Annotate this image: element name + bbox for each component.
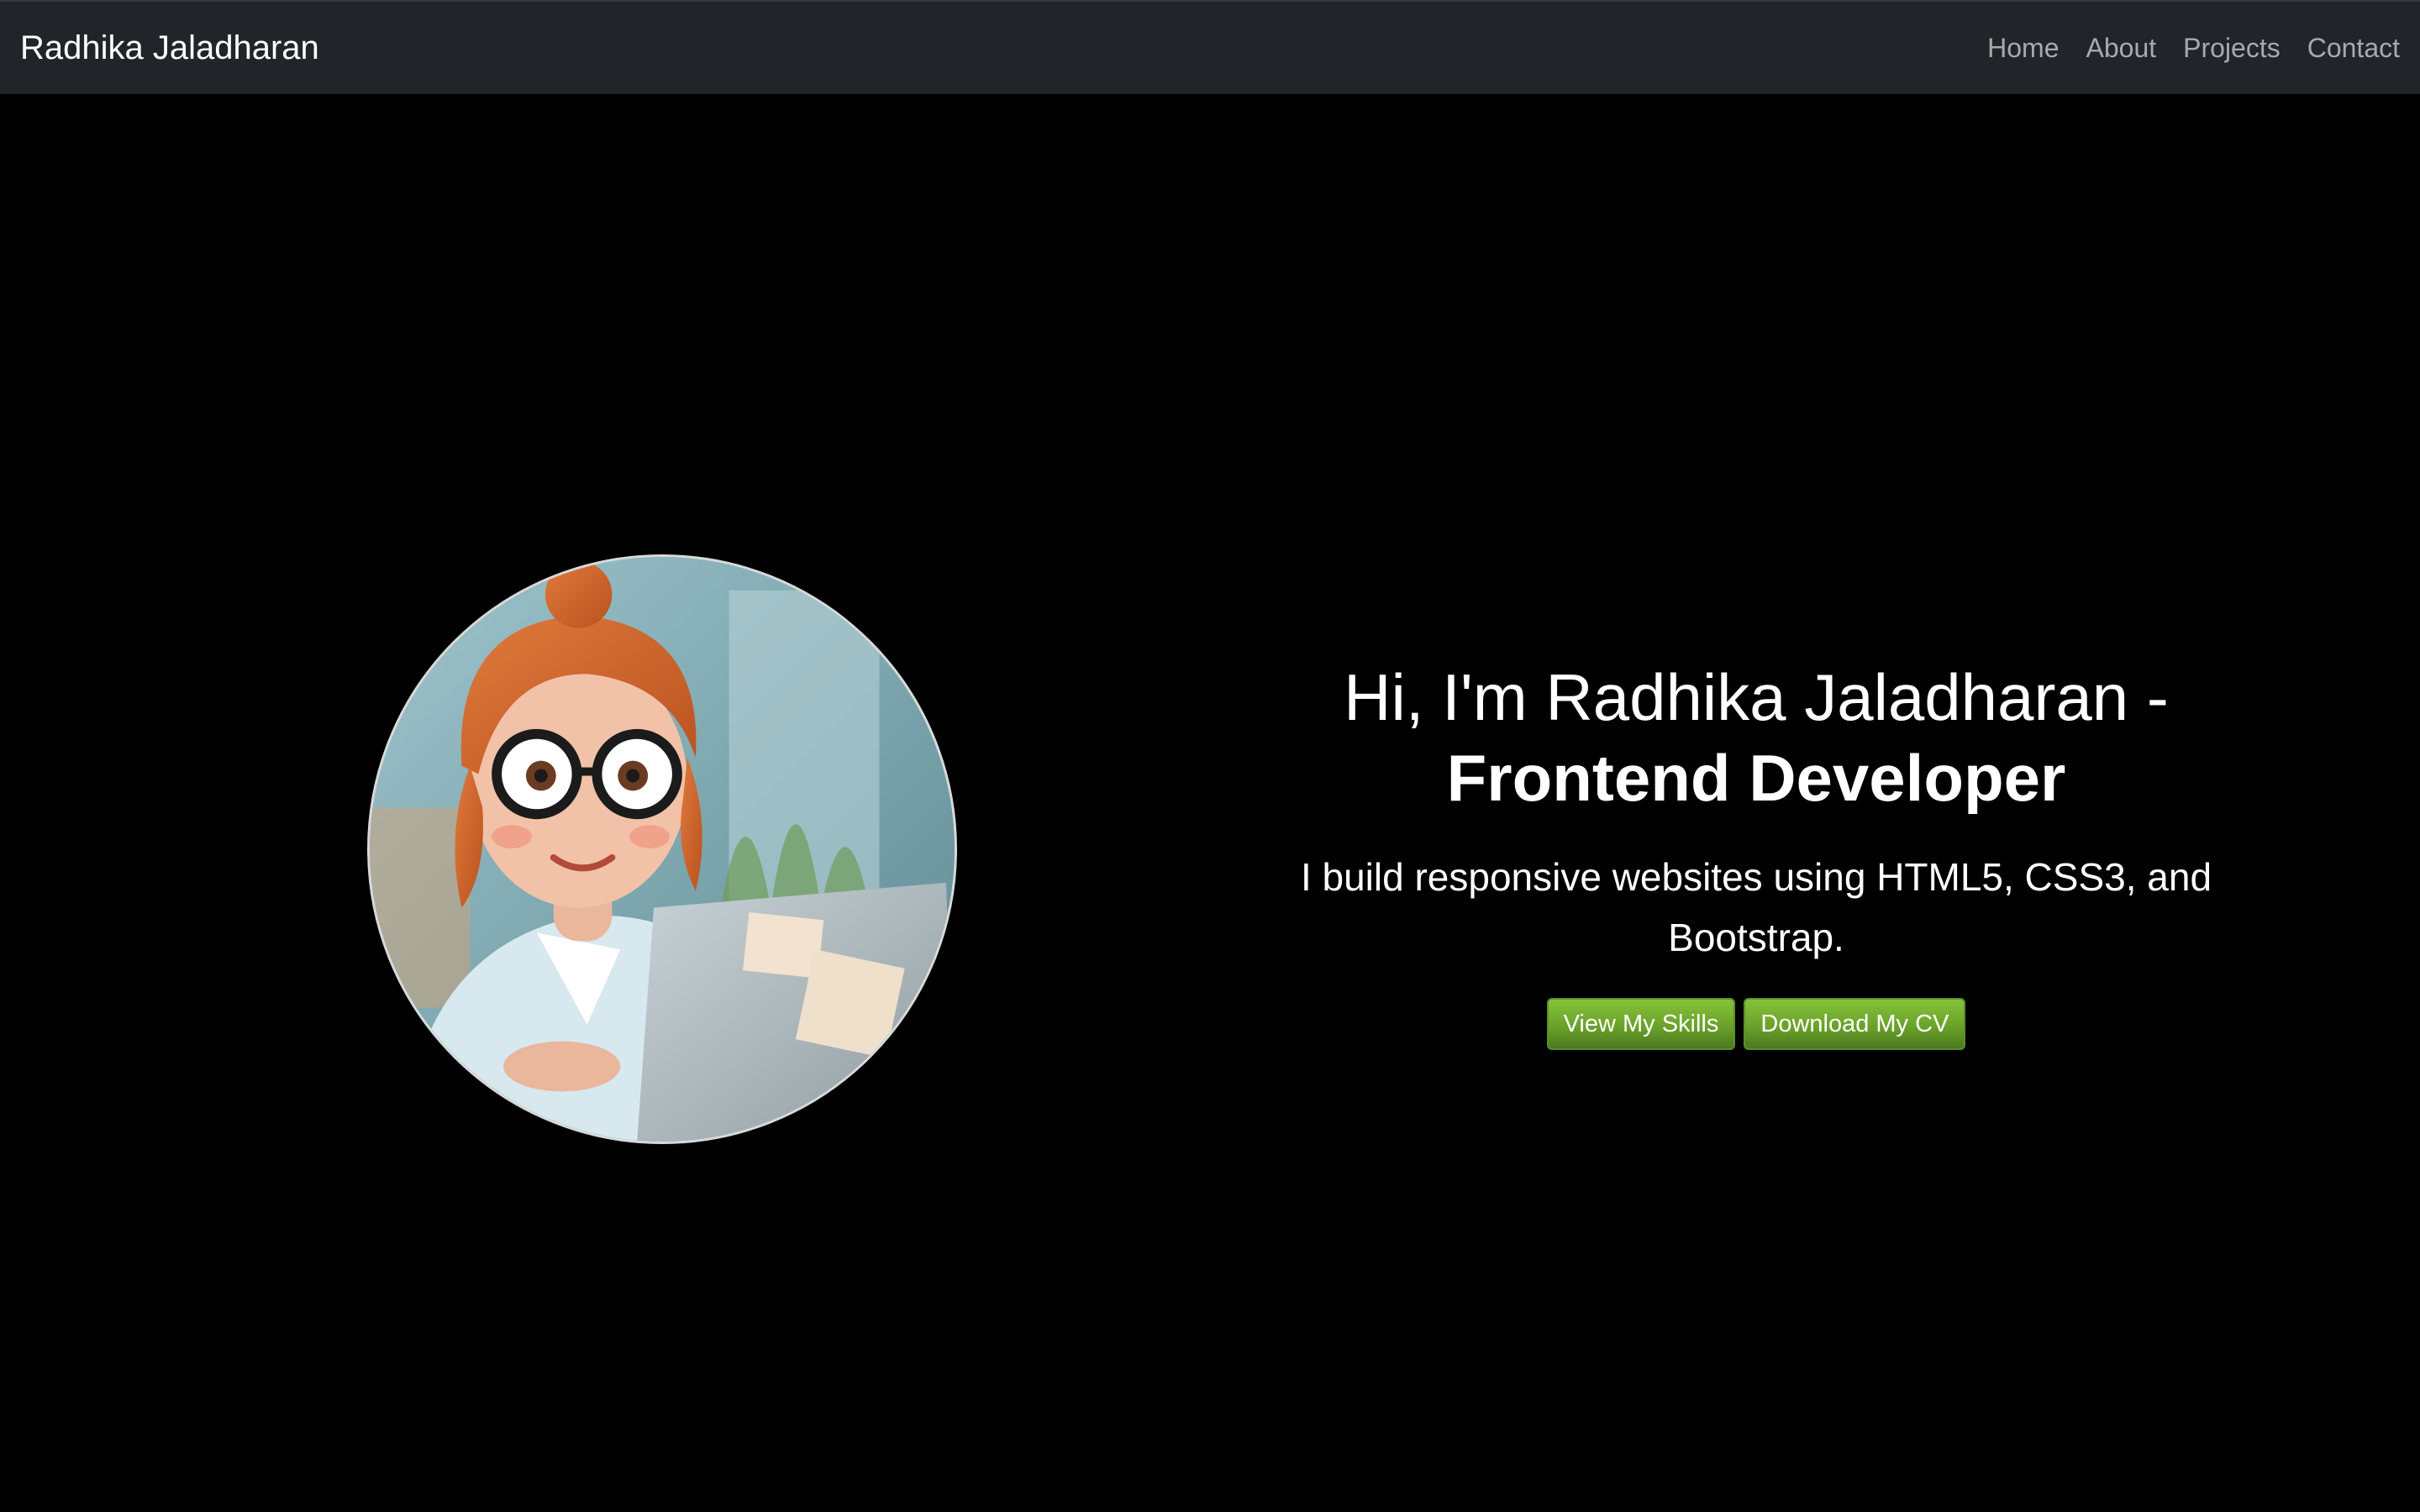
navbar: Radhika Jaladharan Home About Projects C… [0, 0, 2420, 94]
brand-link[interactable]: Radhika Jaladharan [20, 29, 319, 67]
hero-subtitle: I build responsive websites using HTML5,… [1300, 855, 2212, 959]
nav-links: Home About Projects Contact [1960, 33, 2400, 64]
view-skills-button[interactable]: View My Skills [1546, 998, 1736, 1050]
headline-role: Frontend Developer [1446, 741, 2066, 815]
hero-buttons: View My Skills Download My CV [1260, 998, 2252, 1050]
nav-link-projects[interactable]: Projects [2183, 33, 2281, 64]
hero-text: Hi, I'm Radhika Jaladharan - Frontend De… [1260, 657, 2252, 1050]
profile-illustration [370, 557, 955, 1142]
nav-link-contact[interactable]: Contact [2307, 33, 2400, 64]
hero-section: Hi, I'm Radhika Jaladharan - Frontend De… [0, 94, 2420, 1512]
nav-link-home[interactable]: Home [1987, 33, 2059, 64]
hero-headline: Hi, I'm Radhika Jaladharan - Frontend De… [1260, 657, 2252, 818]
download-cv-button[interactable]: Download My CV [1744, 998, 1966, 1050]
profile-image [367, 554, 957, 1144]
headline-greeting: Hi, I'm Radhika Jaladharan - [1344, 660, 2169, 734]
nav-link-about[interactable]: About [2086, 33, 2157, 64]
